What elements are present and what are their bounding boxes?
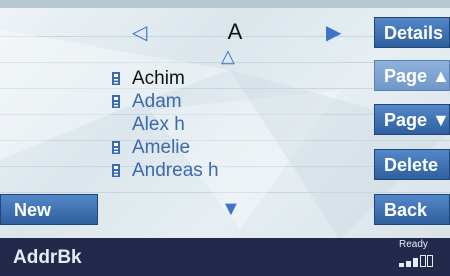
contact-name: Alex h (132, 114, 185, 135)
phone-icon (112, 72, 120, 85)
status-bar: AddrBk Ready (0, 238, 450, 276)
contact-list: Achim Adam Alex h Amelie Andreas h (110, 67, 340, 182)
contact-name: Amelie (132, 137, 191, 158)
new-button[interactable]: New (0, 194, 98, 225)
current-letter: A (227, 19, 243, 44)
delete-button[interactable]: Delete (374, 149, 450, 180)
triangle-down-filled-icon[interactable]: ▼ (221, 198, 241, 221)
page-down-button[interactable]: Page ▼ (374, 104, 450, 135)
triangle-left-icon[interactable]: ◁ (132, 20, 147, 45)
screen-title: AddrBk (13, 247, 82, 268)
triangle-right-icon[interactable]: ▶ (326, 20, 341, 45)
phone-icon (112, 164, 120, 177)
phone-icon (112, 95, 120, 108)
phone-icon (112, 141, 120, 154)
contact-name: Achim (132, 68, 185, 89)
triangle-up-outline-icon[interactable]: △ (221, 46, 235, 67)
list-item[interactable]: Alex h (110, 113, 340, 136)
status-text: Ready (399, 239, 428, 250)
list-item[interactable]: Achim (110, 67, 340, 90)
list-item[interactable]: Adam (110, 90, 340, 113)
contact-name: Adam (132, 91, 182, 112)
letter-navigator: ◁ A ▶ (120, 18, 360, 48)
contact-name: Andreas h (132, 160, 219, 181)
address-book-screen: ◁ A ▶ △ Achim Adam Alex h Amelie Andreas… (0, 0, 450, 276)
page-up-button[interactable]: Page ▲ (374, 60, 450, 91)
signal-strength-icon (399, 255, 433, 267)
back-button[interactable]: Back (374, 194, 450, 225)
list-item[interactable]: Amelie (110, 136, 340, 159)
list-item[interactable]: Andreas h (110, 159, 340, 182)
details-button[interactable]: Details (374, 17, 450, 48)
